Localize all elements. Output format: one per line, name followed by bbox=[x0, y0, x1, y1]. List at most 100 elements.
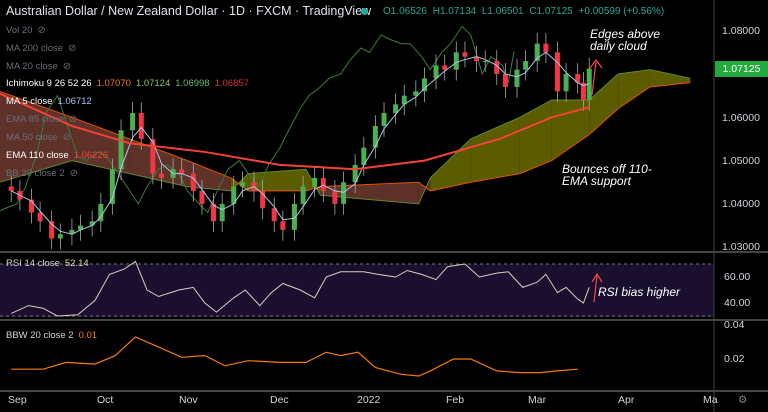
time-tick: Nov bbox=[179, 394, 198, 406]
legend-label: EMA 85 close bbox=[6, 114, 65, 125]
eye-hidden-icon[interactable]: ⊘ bbox=[68, 43, 76, 54]
eye-hidden-icon[interactable]: ⊘ bbox=[63, 61, 71, 72]
time-tick: Dec bbox=[270, 394, 289, 406]
time-tick: Ma bbox=[703, 394, 718, 406]
open-value: O1.06526 bbox=[383, 6, 427, 17]
bbw-line bbox=[11, 336, 578, 377]
time-tick: Mar bbox=[528, 394, 547, 406]
eye-hidden-icon[interactable]: ⊘ bbox=[37, 25, 45, 36]
candle-up bbox=[300, 186, 306, 204]
candle-up bbox=[482, 61, 488, 63]
time-tick: Apr bbox=[618, 394, 635, 406]
legend-vol[interactable]: Vol 20 ⊘ bbox=[6, 25, 46, 36]
candle-down bbox=[37, 212, 43, 222]
legend-ema110[interactable]: EMA 110 close 1.06226 bbox=[6, 150, 108, 161]
price-tick: 1.03000 bbox=[722, 241, 760, 253]
candle-up bbox=[523, 61, 529, 70]
candle-down bbox=[138, 112, 144, 139]
legend-label: EMA 110 close bbox=[6, 150, 69, 161]
legend-value: 1.06226 bbox=[73, 150, 109, 161]
candle-down bbox=[442, 65, 448, 70]
candle-up bbox=[381, 112, 387, 126]
time-tick: 2022 bbox=[357, 394, 381, 406]
candle-up bbox=[57, 234, 63, 239]
legend-label: BBW 20 close 2 bbox=[6, 330, 74, 341]
legend-rsi[interactable]: RSI 14 close 52.14 bbox=[6, 258, 89, 269]
low-value: L1.06501 bbox=[481, 6, 524, 17]
legend-bb[interactable]: BB 20 close 2 ⊘ bbox=[6, 168, 78, 179]
time-tick: Sep bbox=[8, 394, 27, 406]
candle-down bbox=[8, 186, 14, 191]
candle-up bbox=[372, 125, 378, 148]
candle-down bbox=[320, 177, 326, 191]
legend-ma20[interactable]: MA 20 close ⊘ bbox=[6, 61, 71, 72]
candle-up bbox=[130, 112, 136, 131]
eye-hidden-icon[interactable]: ⊘ bbox=[70, 168, 78, 179]
legend-value: 0.01 bbox=[78, 330, 98, 341]
bbw-tick: 0.04 bbox=[724, 319, 745, 331]
eye-hidden-icon[interactable]: ⊘ bbox=[69, 114, 77, 125]
candle-down bbox=[332, 190, 338, 204]
legend-ma5[interactable]: MA 5 close 1.06712 bbox=[6, 96, 92, 107]
legend-value: 52.14 bbox=[64, 258, 89, 269]
candle-down bbox=[554, 52, 560, 92]
last-price-tag: 1.07125 bbox=[715, 61, 768, 77]
legend-label: MA 50 close bbox=[6, 132, 58, 143]
legend-label: MA 5 close bbox=[6, 96, 53, 107]
time-tick: Feb bbox=[446, 394, 465, 406]
price-tick: 1.08000 bbox=[722, 25, 760, 37]
bullish-cloud-segment bbox=[618, 69, 650, 109]
legend-ichimoku[interactable]: Ichimoku 9 26 52 26 1.07070 1.07124 1.06998… bbox=[6, 78, 249, 89]
legend-value: 1.07124 bbox=[135, 78, 171, 89]
legend-value: 1.06857 bbox=[214, 78, 249, 89]
legend-value: 1.07070 bbox=[96, 78, 131, 89]
legend-label: RSI 14 close bbox=[6, 258, 60, 269]
legend-label: Ichimoku 9 26 52 26 bbox=[6, 78, 92, 89]
change-value: +0.00599 (+0.56%) bbox=[578, 6, 665, 17]
candle-down bbox=[150, 138, 156, 174]
legend-label: BB 20 close 2 bbox=[6, 168, 65, 179]
candle-up bbox=[421, 78, 427, 92]
annotation-rsi: RSI bias higher bbox=[598, 285, 681, 299]
candle-down bbox=[179, 169, 185, 174]
candle-up bbox=[563, 74, 569, 92]
candle-up bbox=[291, 203, 297, 230]
candle-up bbox=[453, 52, 459, 70]
candle-up bbox=[219, 203, 225, 222]
chart-canvas[interactable] bbox=[0, 0, 768, 412]
candle-up bbox=[239, 182, 245, 187]
legend-value: 1.06998 bbox=[175, 78, 210, 89]
bullish-cloud-segment bbox=[470, 117, 520, 183]
candle-down bbox=[543, 43, 549, 53]
candle-down bbox=[199, 190, 205, 204]
candle-up bbox=[514, 69, 520, 87]
chart-title: Australian Dollar / New Zealand Dollar ·… bbox=[6, 4, 372, 18]
close-value: C1.07125 bbox=[529, 6, 573, 17]
legend-label: MA 20 close bbox=[6, 61, 58, 72]
high-value: H1.07134 bbox=[432, 6, 477, 17]
rsi-tick: 40.00 bbox=[724, 297, 751, 309]
candle-down bbox=[462, 52, 468, 57]
bbw-tick: 0.02 bbox=[724, 353, 745, 365]
legend-value: 1.06712 bbox=[57, 96, 92, 107]
price-tick: 1.05000 bbox=[722, 155, 760, 167]
annotation-ema: Bounces off 110-EMA support bbox=[562, 162, 652, 188]
candle-down bbox=[159, 173, 164, 178]
legend-ema85[interactable]: EMA 85 close ⊘ bbox=[6, 114, 77, 125]
ohlc-readout: O1.06526 H1.07134 L1.06501 C1.07125 +0.0… bbox=[383, 6, 667, 17]
legend-label: MA 200 close bbox=[6, 43, 64, 54]
market-status-icon bbox=[361, 8, 368, 15]
candle-down bbox=[502, 74, 508, 87]
legend-bbw[interactable]: BBW 20 close 2 0.01 bbox=[6, 330, 97, 341]
rsi-tick: 60.00 bbox=[724, 271, 751, 283]
candle-up bbox=[341, 182, 347, 204]
price-tick: 1.06000 bbox=[722, 112, 760, 124]
settings-gear-icon[interactable]: ⚙ bbox=[738, 394, 747, 406]
candle-down bbox=[190, 173, 196, 191]
eye-hidden-icon[interactable]: ⊘ bbox=[63, 132, 71, 143]
legend-ma200[interactable]: MA 200 close ⊘ bbox=[6, 43, 76, 54]
candle-up bbox=[312, 177, 318, 187]
legend-ma50[interactable]: MA 50 close ⊘ bbox=[6, 132, 71, 143]
legend-label: Vol 20 bbox=[6, 25, 33, 36]
time-tick: Oct bbox=[97, 394, 114, 406]
